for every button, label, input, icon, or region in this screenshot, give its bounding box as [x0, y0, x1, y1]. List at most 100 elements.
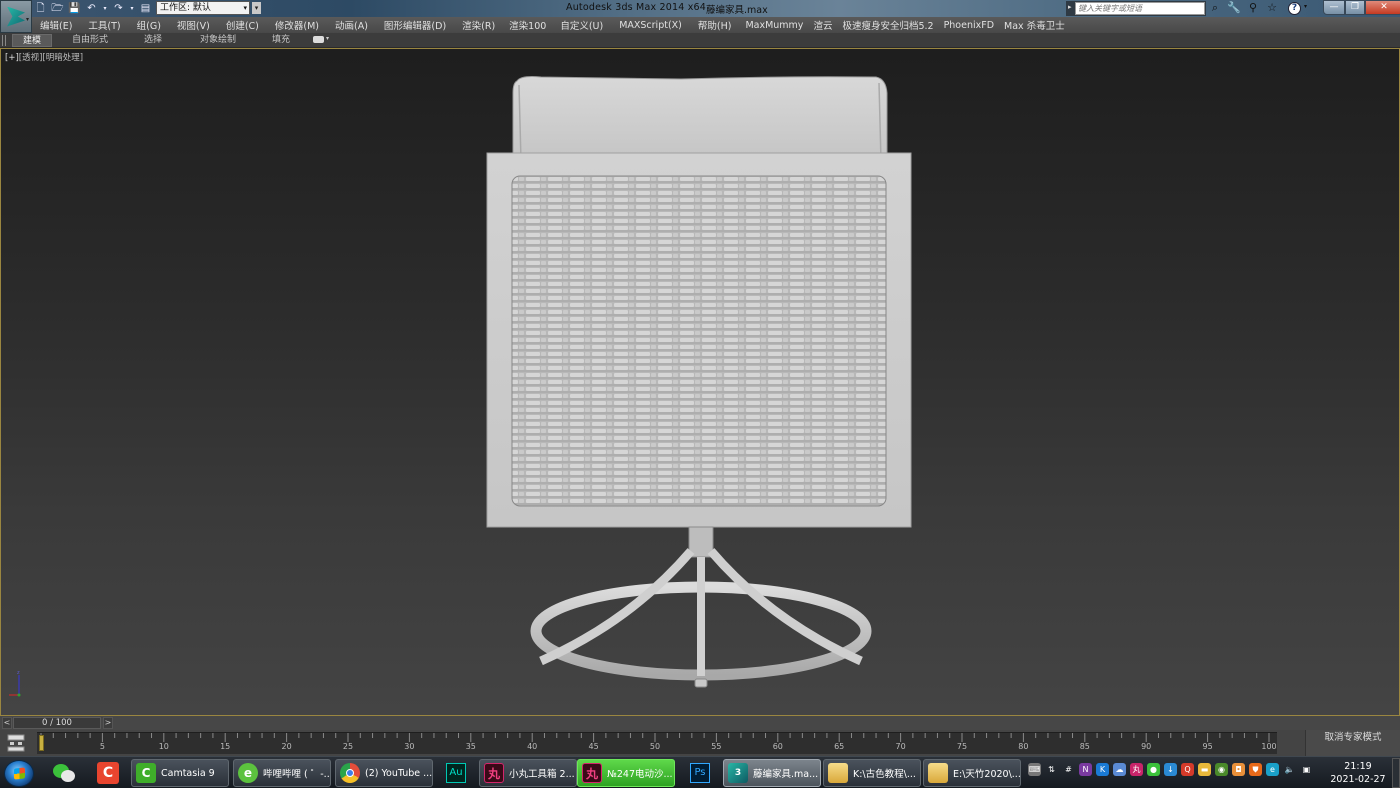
menu-views[interactable]: 视图(V)	[177, 18, 210, 32]
binoculars-icon[interactable]: ⌕	[1208, 1, 1222, 15]
menu-render100[interactable]: 渲染100	[509, 18, 546, 32]
cancel-expert-mode-button[interactable]: 取消专家模式	[1305, 730, 1400, 756]
taskbar-item-xiaowan-toolbox[interactable]: 丸 小丸工具箱 2...	[479, 759, 577, 787]
menu-modifiers[interactable]: 修改器(M)	[275, 18, 319, 32]
wechat-icon[interactable]	[50, 760, 78, 786]
menu-xuanyun[interactable]: 渲云	[813, 18, 832, 32]
start-button[interactable]	[4, 760, 34, 787]
menu-animation[interactable]: 动画(A)	[335, 18, 368, 32]
open-file-icon[interactable]: 🗁	[51, 3, 64, 15]
undo-icon[interactable]: ↶	[85, 3, 98, 15]
workspace-select[interactable]: 工作区: 默认 ▾	[156, 1, 250, 15]
tab-freeform[interactable]: 自由形式	[64, 34, 116, 47]
perspective-viewport[interactable]: [+][透视][明暗处理] z	[0, 48, 1400, 716]
viewport-view-label[interactable]: 透视	[22, 53, 39, 63]
chevron-down-icon[interactable]: ▾	[326, 35, 329, 42]
minimize-button[interactable]: —	[1323, 0, 1345, 15]
menu-maxmummy[interactable]: MaxMummy	[745, 20, 803, 31]
camtasia-recorder-icon[interactable]: C	[94, 760, 122, 786]
taskbar-item-bilibili[interactable]: e 哔哩哔哩 ( ゜-...	[233, 759, 331, 787]
card-icon[interactable]: ▬	[1198, 763, 1211, 776]
viewport-menu[interactable]: [+]	[5, 53, 19, 63]
mini-curve-editor-icon[interactable]	[6, 733, 26, 753]
nvidia-icon[interactable]: ◉	[1215, 763, 1228, 776]
keyboard-icon[interactable]: ⌨	[1028, 763, 1041, 776]
help-dropdown-icon[interactable]: ▾	[1304, 3, 1307, 10]
cloud-icon[interactable]: ☁	[1113, 763, 1126, 776]
redo-dropdown-icon[interactable]: ▾	[129, 3, 135, 15]
menu-graph-editors[interactable]: 图形编辑器(D)	[384, 18, 446, 32]
tab-selection[interactable]: 选择	[138, 34, 168, 47]
time-slider-thumb[interactable]: 0 / 100	[13, 717, 101, 729]
taskbar-item-camtasia[interactable]: C Camtasia 9	[131, 759, 229, 787]
qq-icon[interactable]: Q	[1181, 763, 1194, 776]
viewport-shading-label[interactable]: 明暗处理	[46, 53, 80, 63]
chair-model[interactable]	[481, 71, 921, 696]
folder-icon	[828, 763, 848, 783]
menu-antivirus[interactable]: Max 杀毒卫士	[1004, 18, 1065, 32]
frame-tick-label: 60	[772, 742, 783, 751]
system-tray: ⌨ ⇅ # N K ☁ 丸 ● ↓ Q ▬ ◉ ◘ ⛊ e 🔈 ▣	[1028, 763, 1313, 776]
frame-tick-label: 15	[220, 742, 231, 751]
maximize-button[interactable]: ❐	[1345, 0, 1365, 15]
wechat-tray-icon[interactable]: ●	[1147, 763, 1160, 776]
customize-toolbar-icon[interactable]: ▾	[252, 2, 261, 14]
onenote-icon[interactable]: N	[1079, 763, 1092, 776]
tab-object-paint[interactable]: 对象绘制	[192, 34, 244, 47]
undo-dropdown-icon[interactable]: ▾	[102, 3, 108, 15]
quick-access-toolbar: 🗋 🗁 💾 ↶ ▾ ↷ ▾ ▤	[34, 1, 152, 16]
current-frame-marker[interactable]	[39, 735, 44, 751]
taskbar-item-xiaowan-encoding[interactable]: 丸 №247电动沙...	[577, 759, 675, 787]
taskbar-item-folder-k[interactable]: K:\古色教程\...	[823, 759, 921, 787]
ribbon-minimize-icon[interactable]	[313, 36, 324, 43]
menu-edit[interactable]: 编辑(E)	[40, 18, 72, 32]
network-updown-icon[interactable]: ⇅	[1045, 763, 1058, 776]
previous-frame-button[interactable]: <	[2, 717, 12, 729]
taskbar-item-3dsmax[interactable]: 3 藤编家具.ma...	[723, 759, 821, 787]
show-desktop-button[interactable]	[1392, 758, 1400, 788]
taskbar-item-folder-e[interactable]: E:\天竹2020\...	[923, 759, 1021, 787]
menu-help[interactable]: 帮助(H)	[698, 18, 732, 32]
network-icon[interactable]: ▣	[1300, 763, 1313, 776]
menu-maxscript[interactable]: MAXScript(X)	[619, 20, 682, 31]
tab-modeling[interactable]: 建模	[12, 34, 52, 47]
expand-arrow-icon[interactable]: ▸	[1068, 3, 1072, 11]
satellite-icon[interactable]: ⚲	[1246, 1, 1260, 15]
frame-tick-label: 100	[1261, 742, 1277, 751]
search-input[interactable]	[1075, 2, 1205, 15]
ie-icon[interactable]: e	[1266, 763, 1279, 776]
menu-tools[interactable]: 工具(T)	[88, 18, 120, 32]
shield-icon[interactable]: ⛊	[1249, 763, 1262, 776]
redo-icon[interactable]: ↷	[112, 3, 125, 15]
track-bar-scale[interactable]: 0510152025303540455055606570758085909510…	[37, 732, 1277, 754]
menu-customize[interactable]: 自定义(U)	[560, 18, 603, 32]
xiaowan-tray-icon[interactable]: 丸	[1130, 763, 1143, 776]
tab-populate[interactable]: 填充	[266, 34, 296, 47]
next-frame-button[interactable]: >	[103, 717, 113, 729]
photoshop-icon[interactable]: Ps	[686, 760, 714, 786]
volume-icon[interactable]: 🔈	[1283, 763, 1296, 776]
menu-create[interactable]: 创建(C)	[226, 18, 259, 32]
menu-group[interactable]: 组(G)	[137, 18, 161, 32]
audition-icon[interactable]: Au	[442, 760, 470, 786]
camera-icon[interactable]: ◘	[1232, 763, 1245, 776]
frame-tick-label: 65	[834, 742, 845, 751]
frame-tick-label: 85	[1079, 742, 1090, 751]
menu-rendering[interactable]: 渲染(R)	[462, 18, 495, 32]
transfer-icon[interactable]: ↓	[1164, 763, 1177, 776]
kugou-icon[interactable]: K	[1096, 763, 1109, 776]
slack-icon[interactable]: #	[1062, 763, 1075, 776]
menu-archive[interactable]: 极速瘦身安全归档5.2	[842, 18, 933, 32]
system-clock[interactable]: 21:19 2021-02-27	[1326, 760, 1390, 786]
project-folder-icon[interactable]: ▤	[139, 3, 152, 15]
star-icon[interactable]: ☆	[1265, 1, 1279, 15]
new-file-icon[interactable]: 🗋	[34, 3, 47, 15]
ribbon-grip[interactable]	[2, 35, 6, 46]
save-icon[interactable]: 💾	[68, 3, 81, 15]
taskbar-item-chrome[interactable]: (2) YouTube ...	[335, 759, 433, 787]
menu-phoenixfd[interactable]: PhoenixFD	[944, 20, 994, 31]
application-menu-button[interactable]: ▾	[0, 0, 32, 33]
close-button[interactable]: ✕	[1365, 0, 1400, 15]
help-icon[interactable]: ?	[1288, 2, 1301, 15]
wrench-icon[interactable]: 🔧	[1227, 1, 1241, 15]
